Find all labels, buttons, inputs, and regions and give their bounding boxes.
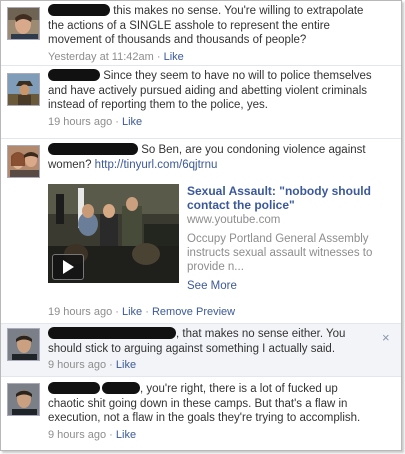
like-link[interactable]: Like: [116, 429, 136, 441]
close-icon[interactable]: ×: [382, 330, 390, 345]
meta-separator: ·: [106, 428, 116, 441]
timestamp[interactable]: 9 hours ago: [48, 429, 106, 441]
comment-body: , that makes no sense either. You should…: [48, 327, 374, 373]
redacted-name: [48, 327, 176, 339]
comment-thread: this makes no sense. You're willing to e…: [0, 0, 402, 451]
divider: [1, 376, 401, 377]
meta-separator: ·: [106, 359, 116, 371]
comment-meta: 9 hours ago · Like: [48, 428, 374, 443]
comment-body: , you're right, there is a lot of fucked…: [48, 382, 374, 442]
like-link[interactable]: Like: [116, 359, 136, 371]
comment-meta: 9 hours ago · Like: [48, 358, 374, 373]
avatar[interactable]: [7, 383, 40, 416]
timestamp[interactable]: 9 hours ago: [48, 359, 106, 371]
redacted-name: [48, 382, 100, 394]
avatar[interactable]: [7, 328, 40, 361]
redacted-name: [102, 382, 140, 394]
